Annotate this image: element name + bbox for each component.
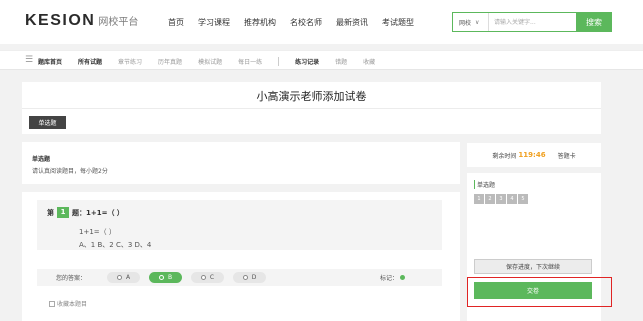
subnav-item-question-bank-home[interactable]: 题库首页 <box>38 57 62 66</box>
question-title: 第 1 题：1+1=（ ） <box>47 207 124 218</box>
logo-text: KESION <box>25 12 96 29</box>
question-section-desc: 请认真阅读题目，每小题2分 <box>32 168 108 175</box>
answer-sheet-section-title: 单选题 <box>474 180 495 189</box>
search-input[interactable] <box>489 13 573 31</box>
timer-value: 119:46 <box>518 151 546 159</box>
answer-sheet-numbers: 1 2 3 4 5 <box>474 194 529 204</box>
option-b-button[interactable]: B <box>149 272 182 283</box>
exam-title: 小高演示老师添加试卷 <box>256 90 367 103</box>
option-c-label: C <box>209 274 215 281</box>
menu-icon[interactable]: ☰ <box>25 55 33 65</box>
mark-label: 标记： <box>380 275 399 282</box>
answer-sheet-item-2[interactable]: 2 <box>485 194 495 204</box>
question-options-text: A、1 B、2 C、3 D、4 <box>79 241 152 249</box>
question-stem: 1+1=（ ） <box>79 228 116 236</box>
search-button[interactable]: 搜索 <box>576 12 612 32</box>
subnav-item-mock-exams[interactable]: 模拟试题 <box>198 57 222 66</box>
answer-sheet-item-5[interactable]: 5 <box>518 194 528 204</box>
nav-home[interactable]: 首页 <box>168 17 184 28</box>
subnav-item-all-questions[interactable]: 所有试题 <box>78 57 102 66</box>
question-section-header: 单选题 请认真阅读题目，每小题2分 <box>22 142 460 184</box>
subnav-item-chapter-practice[interactable]: 章节练习 <box>118 57 142 66</box>
question-title-text: 题：1+1=（ ） <box>72 208 124 217</box>
top-header: KESION 网校平台 首页 学习课程 推荐机构 名校名师 最新资讯 考试题型 … <box>0 0 643 44</box>
logo-subtitle: 网校平台 <box>98 17 139 28</box>
title-divider <box>22 108 601 109</box>
timer-box: 剩余时间 119:46 答题卡 <box>467 143 601 167</box>
checkbox-icon <box>49 300 55 307</box>
chevron-down-icon: ∨ <box>475 18 480 26</box>
question-number-badge: 1 <box>57 207 69 218</box>
radio-icon <box>116 275 122 280</box>
question-stem-box: 第 1 题：1+1=（ ） 1+1=（ ） A、1 B、2 C、3 D、4 <box>37 200 442 250</box>
collect-checkbox[interactable]: 收藏本题目 <box>49 299 87 308</box>
option-d-button[interactable]: D <box>233 272 266 283</box>
subnav-item-daily-practice[interactable]: 每日一练 <box>238 57 262 66</box>
nav-news[interactable]: 最新资讯 <box>336 17 368 28</box>
answer-sheet-item-3[interactable]: 3 <box>496 194 506 204</box>
radio-checked-icon <box>158 275 164 280</box>
subnav-item-favorites[interactable]: 收藏 <box>363 57 375 66</box>
radio-icon <box>200 275 206 280</box>
collect-label: 收藏本题目 <box>57 301 88 308</box>
main-nav: 首页 学习课程 推荐机构 名校名师 最新资讯 考试题型 <box>168 17 428 28</box>
search-bar: 网校 ∨ 搜索 <box>452 12 612 32</box>
mark-dot-icon <box>400 275 406 280</box>
timer-label: 剩余时间 <box>492 152 517 160</box>
option-a-label: A <box>125 274 131 281</box>
nav-courses[interactable]: 学习课程 <box>198 17 230 28</box>
subnav-item-practice-records[interactable]: 练习记录 <box>295 57 319 66</box>
question-card: 第 1 题：1+1=（ ） 1+1=（ ） A、1 B、2 C、3 D、4 您的… <box>22 192 460 321</box>
exam-title-panel: 小高演示老师添加试卷 单选题 <box>22 82 601 134</box>
answer-sheet-item-4[interactable]: 4 <box>507 194 517 204</box>
search-category-select[interactable]: 网校 ∨ <box>453 13 489 31</box>
sub-nav: ☰ 题库首页 所有试题 章节练习 历年真题 模拟试题 每日一练 练习记录 错题 … <box>0 50 643 70</box>
option-b-label: B <box>167 274 173 281</box>
submit-highlight-box <box>467 277 612 307</box>
subnav-divider <box>278 57 280 66</box>
nav-institutions[interactable]: 推荐机构 <box>244 17 276 28</box>
option-a-button[interactable]: A <box>107 272 140 283</box>
nav-exam-types[interactable]: 考试题型 <box>382 17 414 28</box>
option-d-label: D <box>251 274 257 281</box>
site-logo[interactable]: KESION 网校平台 <box>25 12 138 30</box>
question-section-type: 单选题 <box>32 156 51 163</box>
question-prefix: 第 <box>47 208 54 217</box>
radio-icon <box>242 275 248 280</box>
save-progress-button[interactable]: 保存进度，下次继续 <box>474 259 592 274</box>
nav-teachers[interactable]: 名校名师 <box>290 17 322 28</box>
option-c-button[interactable]: C <box>191 272 224 283</box>
subnav-item-wrong-questions[interactable]: 错题 <box>335 57 347 66</box>
sub-nav-items: 题库首页 所有试题 章节练习 历年真题 模拟试题 每日一练 练习记录 错题 收藏 <box>38 57 391 66</box>
answer-sheet-item-1[interactable]: 1 <box>474 194 484 204</box>
search-category-value: 网校 <box>459 19 472 27</box>
answer-label: 您的答案： <box>56 275 87 282</box>
mark-toggle[interactable]: 标记： <box>380 273 406 282</box>
tab-single-choice[interactable]: 单选题 <box>29 116 66 129</box>
answer-row: 您的答案： A B C D 标记： <box>37 269 442 286</box>
subnav-item-past-exams[interactable]: 历年真题 <box>158 57 182 66</box>
answer-card-label: 答题卡 <box>557 152 576 160</box>
